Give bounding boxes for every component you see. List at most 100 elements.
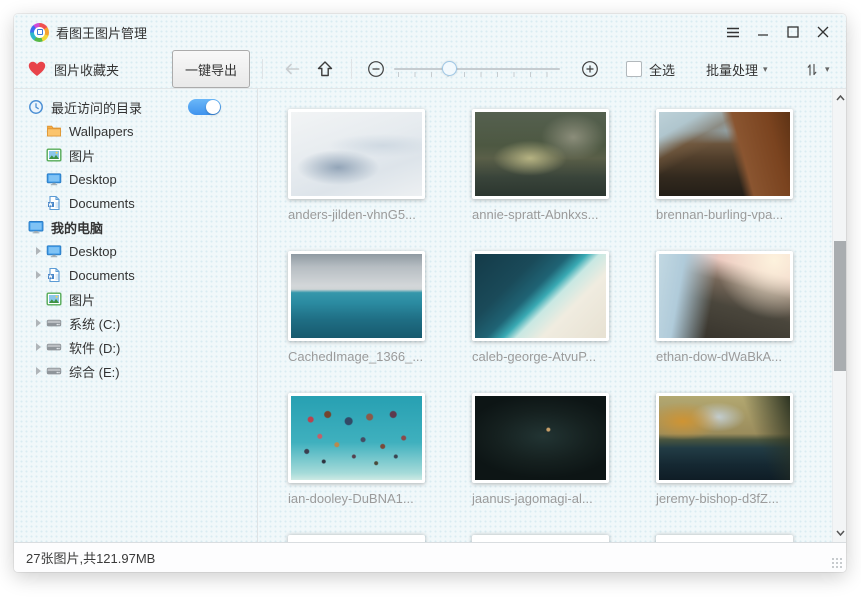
expand-arrow-icon[interactable] [36, 318, 46, 328]
sidebar-item-computer-pictures[interactable]: 图片 [14, 287, 257, 311]
zoom-in-button[interactable] [580, 50, 600, 88]
expand-arrow-icon[interactable] [36, 270, 46, 280]
sidebar-item-documents[interactable]: Documents [14, 191, 257, 215]
thumbnail-image[interactable] [291, 112, 422, 196]
image-item[interactable]: caleb-george-AtvuP... [472, 251, 623, 364]
sidebar-item-desktop[interactable]: Desktop [14, 167, 257, 191]
image-item[interactable]: ian-dooley-DuBNA1... [288, 393, 439, 506]
expand-arrow-icon[interactable] [36, 246, 46, 256]
batch-process-label[interactable]: 批量处理 [706, 60, 758, 79]
sidebar-item-drive-e[interactable]: 综合 (E:) [14, 359, 257, 383]
thumbnail-image[interactable] [659, 254, 790, 338]
thumbnail-partial[interactable] [656, 535, 793, 542]
image-filename: annie-spratt-Abnkxs... [472, 207, 623, 222]
favorites-label: 图片收藏夹 [54, 60, 119, 79]
image-grid: anders-jilden-vhnG5... annie-spratt-Abnk… [258, 89, 846, 542]
image-filename: caleb-george-AtvuP... [472, 349, 623, 364]
image-filename: CachedImage_1366_... [288, 349, 439, 364]
zoom-out-button[interactable] [366, 50, 386, 88]
sidebar-item-label: 图片 [69, 290, 95, 309]
image-item[interactable]: jaanus-jagomagi-al... [472, 393, 623, 506]
thumbnail-partial[interactable] [472, 535, 609, 542]
zoom-slider[interactable] [394, 50, 560, 88]
monitor-icon [46, 243, 62, 259]
image-item[interactable]: jeremy-bishop-d3fZ... [656, 393, 807, 506]
recent-directories-toggle[interactable] [188, 99, 221, 115]
drive-icon [46, 363, 62, 379]
sidebar-item-label: Wallpapers [69, 124, 134, 139]
close-icon [817, 26, 829, 38]
menu-icon [726, 27, 740, 38]
image-item[interactable]: ethan-dow-dWaBkA... [656, 251, 807, 364]
back-arrow-icon [282, 59, 302, 79]
drive-icon [46, 339, 62, 355]
sidebar-item-label: Desktop [69, 244, 117, 259]
app-logo-icon [30, 23, 49, 42]
thumbnail [288, 393, 425, 483]
sidebar-item-label: Documents [69, 196, 135, 211]
folder-icon [46, 123, 62, 139]
image-filename: ethan-dow-dWaBkA... [656, 349, 807, 364]
sidebar-item-drive-d[interactable]: 软件 (D:) [14, 335, 257, 359]
thumbnail-image[interactable] [475, 396, 606, 480]
batch-process-dropdown[interactable]: 批量处理 ▾ [706, 50, 768, 88]
close-button[interactable] [808, 19, 838, 45]
thumbnail-image[interactable] [291, 254, 422, 338]
minimize-button[interactable] [748, 19, 778, 45]
thumbnail-image[interactable] [659, 112, 790, 196]
scroll-down-button[interactable] [833, 526, 846, 540]
thumbnail-partial[interactable] [288, 535, 425, 542]
sidebar-item-drive-c[interactable]: 系统 (C:) [14, 311, 257, 335]
up-button[interactable] [315, 50, 335, 88]
image-item[interactable] [288, 535, 439, 542]
sidebar-item-recent-directories[interactable]: 最近访问的目录 [14, 95, 257, 119]
thumbnail-image[interactable] [475, 254, 606, 338]
thumbnail [472, 393, 609, 483]
maximize-button[interactable] [778, 19, 808, 45]
image-item[interactable]: CachedImage_1366_... [288, 251, 439, 364]
sidebar-item-computer-desktop[interactable]: Desktop [14, 239, 257, 263]
sidebar-item-computer-documents[interactable]: Documents [14, 263, 257, 287]
chevron-up-icon [836, 95, 845, 101]
sort-dropdown[interactable]: ▾ [804, 50, 830, 88]
sidebar-item-wallpapers[interactable]: Wallpapers [14, 119, 257, 143]
scroll-up-button[interactable] [833, 91, 846, 105]
image-item[interactable]: anders-jilden-vhnG5... [288, 109, 439, 222]
favorites-nav[interactable]: 图片收藏夹 [28, 50, 119, 88]
drive-icon [46, 315, 62, 331]
toolbar: 图片收藏夹 一键导出 [14, 50, 846, 88]
image-item[interactable]: brennan-burling-vpa... [656, 109, 807, 222]
computer-icon [28, 219, 44, 235]
thumbnail-image[interactable] [291, 396, 422, 480]
select-all-checkbox[interactable] [626, 61, 642, 77]
picture-icon [46, 147, 62, 163]
expand-arrow-icon[interactable] [36, 366, 46, 376]
scrollbar-thumb[interactable] [834, 241, 846, 371]
thumbnail [656, 393, 793, 483]
zoom-slider-track[interactable] [394, 68, 560, 70]
sidebar-item-my-computer[interactable]: 我的电脑 [14, 215, 257, 239]
titlebar: 看图王图片管理 [14, 14, 846, 50]
sidebar-item-label: 我的电脑 [51, 218, 103, 237]
menu-button[interactable] [718, 19, 748, 45]
image-item[interactable] [656, 535, 807, 542]
zoom-out-icon [366, 59, 386, 79]
resize-grip[interactable] [831, 557, 842, 568]
image-item[interactable] [472, 535, 623, 542]
thumbnail [472, 109, 609, 199]
zoom-slider-thumb[interactable] [442, 61, 457, 76]
vertical-scrollbar[interactable] [832, 89, 846, 542]
clock-icon [28, 99, 44, 115]
select-all-control[interactable]: 全选 [626, 50, 675, 88]
back-button[interactable] [282, 50, 302, 88]
thumbnail [656, 251, 793, 341]
thumbnail [472, 251, 609, 341]
expand-arrow-icon[interactable] [36, 342, 46, 352]
export-button[interactable]: 一键导出 [172, 50, 250, 88]
sidebar-item-pictures[interactable]: 图片 [14, 143, 257, 167]
thumbnail-image[interactable] [659, 396, 790, 480]
image-item[interactable]: annie-spratt-Abnkxs... [472, 109, 623, 222]
select-all-label[interactable]: 全选 [649, 60, 675, 79]
sidebar-item-label: Desktop [69, 172, 117, 187]
thumbnail-image[interactable] [475, 112, 606, 196]
